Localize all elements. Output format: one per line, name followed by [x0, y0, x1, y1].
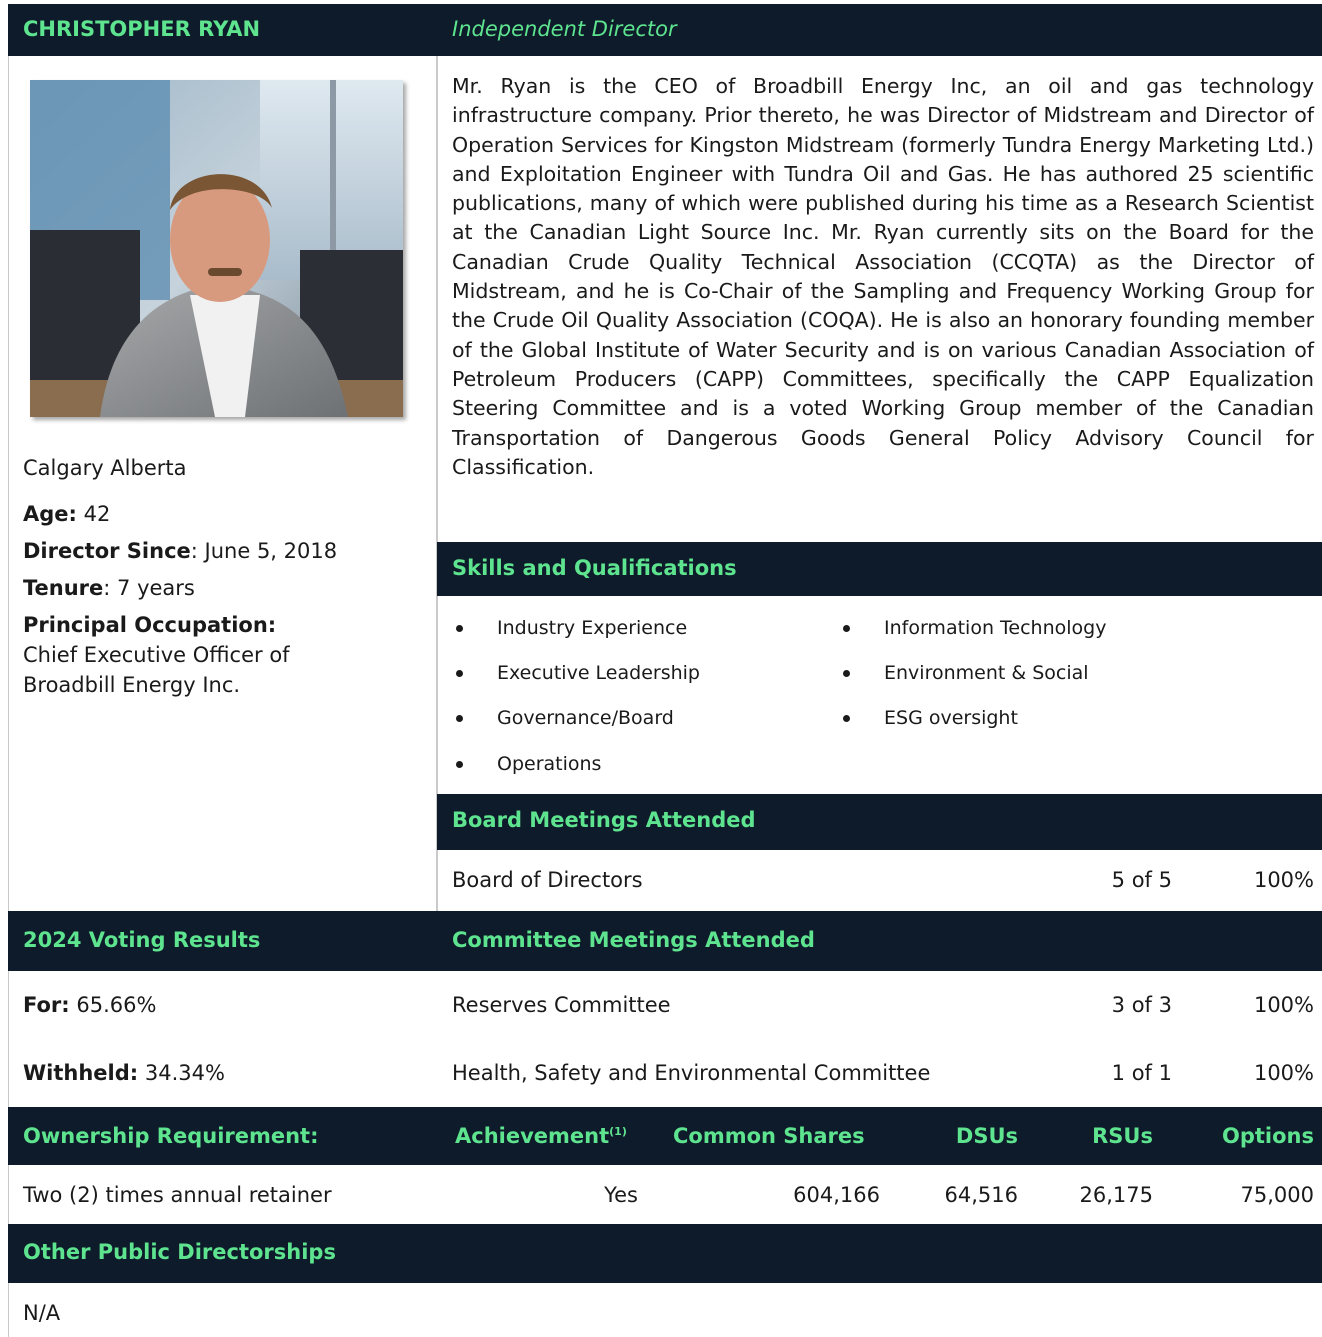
skill-label: Governance/Board	[497, 707, 674, 729]
vote-for-label: For:	[23, 993, 70, 1017]
director-role: Independent Director	[452, 17, 677, 41]
age-label: Age:	[23, 502, 77, 526]
director-bio: Mr. Ryan is the CEO of Broadbill Energy …	[452, 74, 1314, 479]
skill-label: Executive Leadership	[497, 662, 700, 684]
achievement-header: Achievement(1)	[455, 1124, 627, 1148]
directorships-value: N/A	[23, 1301, 61, 1325]
board-row-pct: 100%	[1253, 868, 1314, 892]
committee-row-pct: 100%	[1253, 1061, 1314, 1085]
vote-for: For: 65.66%	[23, 993, 156, 1017]
occupation-label: Principal Occupation:	[23, 613, 277, 637]
rsus-header: RSUs	[1092, 1124, 1153, 1148]
director-details: Calgary Alberta Age: 42 Director Since: …	[23, 453, 423, 707]
location-text: Calgary Alberta	[23, 456, 187, 480]
options-value: 75,000	[1240, 1183, 1314, 1207]
tenure-row: Tenure: 7 years	[23, 573, 423, 603]
skill-label: Environment & Social	[884, 662, 1089, 684]
bullet-icon	[843, 715, 850, 722]
rsus-value: 26,175	[1079, 1183, 1153, 1207]
options-header: Options	[1222, 1124, 1314, 1148]
achievement-header-label: Achievement	[455, 1124, 610, 1148]
achievement-value: Yes	[604, 1183, 638, 1207]
achievement-footnote: (1)	[609, 1125, 627, 1138]
committee-row-name: Health, Safety and Environmental Committ…	[452, 1061, 931, 1085]
committee-title: Committee Meetings Attended	[452, 928, 815, 952]
common-shares-header: Common Shares	[673, 1124, 865, 1148]
director-since-row: Director Since: June 5, 2018	[23, 536, 423, 566]
director-name: CHRISTOPHER RYAN	[23, 17, 261, 41]
director-since-label: Director Since	[23, 539, 191, 563]
occupation-value: Chief Executive Officer of Broadbill Ene…	[23, 643, 290, 697]
bullet-icon	[843, 625, 850, 632]
bullet-icon	[456, 670, 463, 677]
dsus-value: 64,516	[944, 1183, 1018, 1207]
skill-label: Industry Experience	[497, 617, 688, 639]
vote-for-value: 65.66%	[69, 993, 157, 1017]
skill-label: Information Technology	[884, 617, 1107, 639]
vote-withheld: Withheld: 34.34%	[23, 1061, 225, 1085]
vote-withheld-value: 34.34%	[138, 1061, 225, 1085]
dsus-header: DSUs	[955, 1124, 1018, 1148]
occupation-row: Principal Occupation: Chief Executive Of…	[23, 610, 343, 700]
age-row: Age: 42	[23, 499, 423, 529]
bullet-icon	[843, 670, 850, 677]
board-row-count: 5 of 5	[1111, 868, 1172, 892]
committee-row-pct: 100%	[1253, 993, 1314, 1017]
age-value: 42	[76, 502, 111, 526]
skills-title: Skills and Qualifications	[452, 556, 737, 580]
board-title: Board Meetings Attended	[452, 808, 756, 832]
voting-title: 2024 Voting Results	[23, 928, 261, 952]
column-divider	[436, 56, 438, 911]
board-row-name: Board of Directors	[452, 868, 643, 892]
skill-label: Operations	[497, 753, 602, 775]
committee-row-count: 3 of 3	[1111, 993, 1172, 1017]
ownership-requirement-header: Ownership Requirement:	[23, 1124, 319, 1148]
bullet-icon	[456, 715, 463, 722]
ownership-requirement-value: Two (2) times annual retainer	[23, 1183, 332, 1207]
skill-label: ESG oversight	[884, 707, 1018, 729]
bullet-icon	[456, 761, 463, 768]
tenure-label: Tenure	[23, 576, 104, 600]
tenure-value: : 7 years	[103, 576, 195, 600]
director-since-value: : June 5, 2018	[190, 539, 338, 563]
directorships-title: Other Public Directorships	[23, 1240, 336, 1264]
director-photo	[30, 80, 403, 417]
location: Calgary Alberta	[23, 453, 423, 483]
common-shares-value: 604,166	[793, 1183, 880, 1207]
vote-withheld-label: Withheld:	[23, 1061, 139, 1085]
bullet-icon	[456, 625, 463, 632]
portrait-image	[30, 80, 403, 417]
committee-row-name: Reserves Committee	[452, 993, 671, 1017]
committee-row-count: 1 of 1	[1111, 1061, 1172, 1085]
